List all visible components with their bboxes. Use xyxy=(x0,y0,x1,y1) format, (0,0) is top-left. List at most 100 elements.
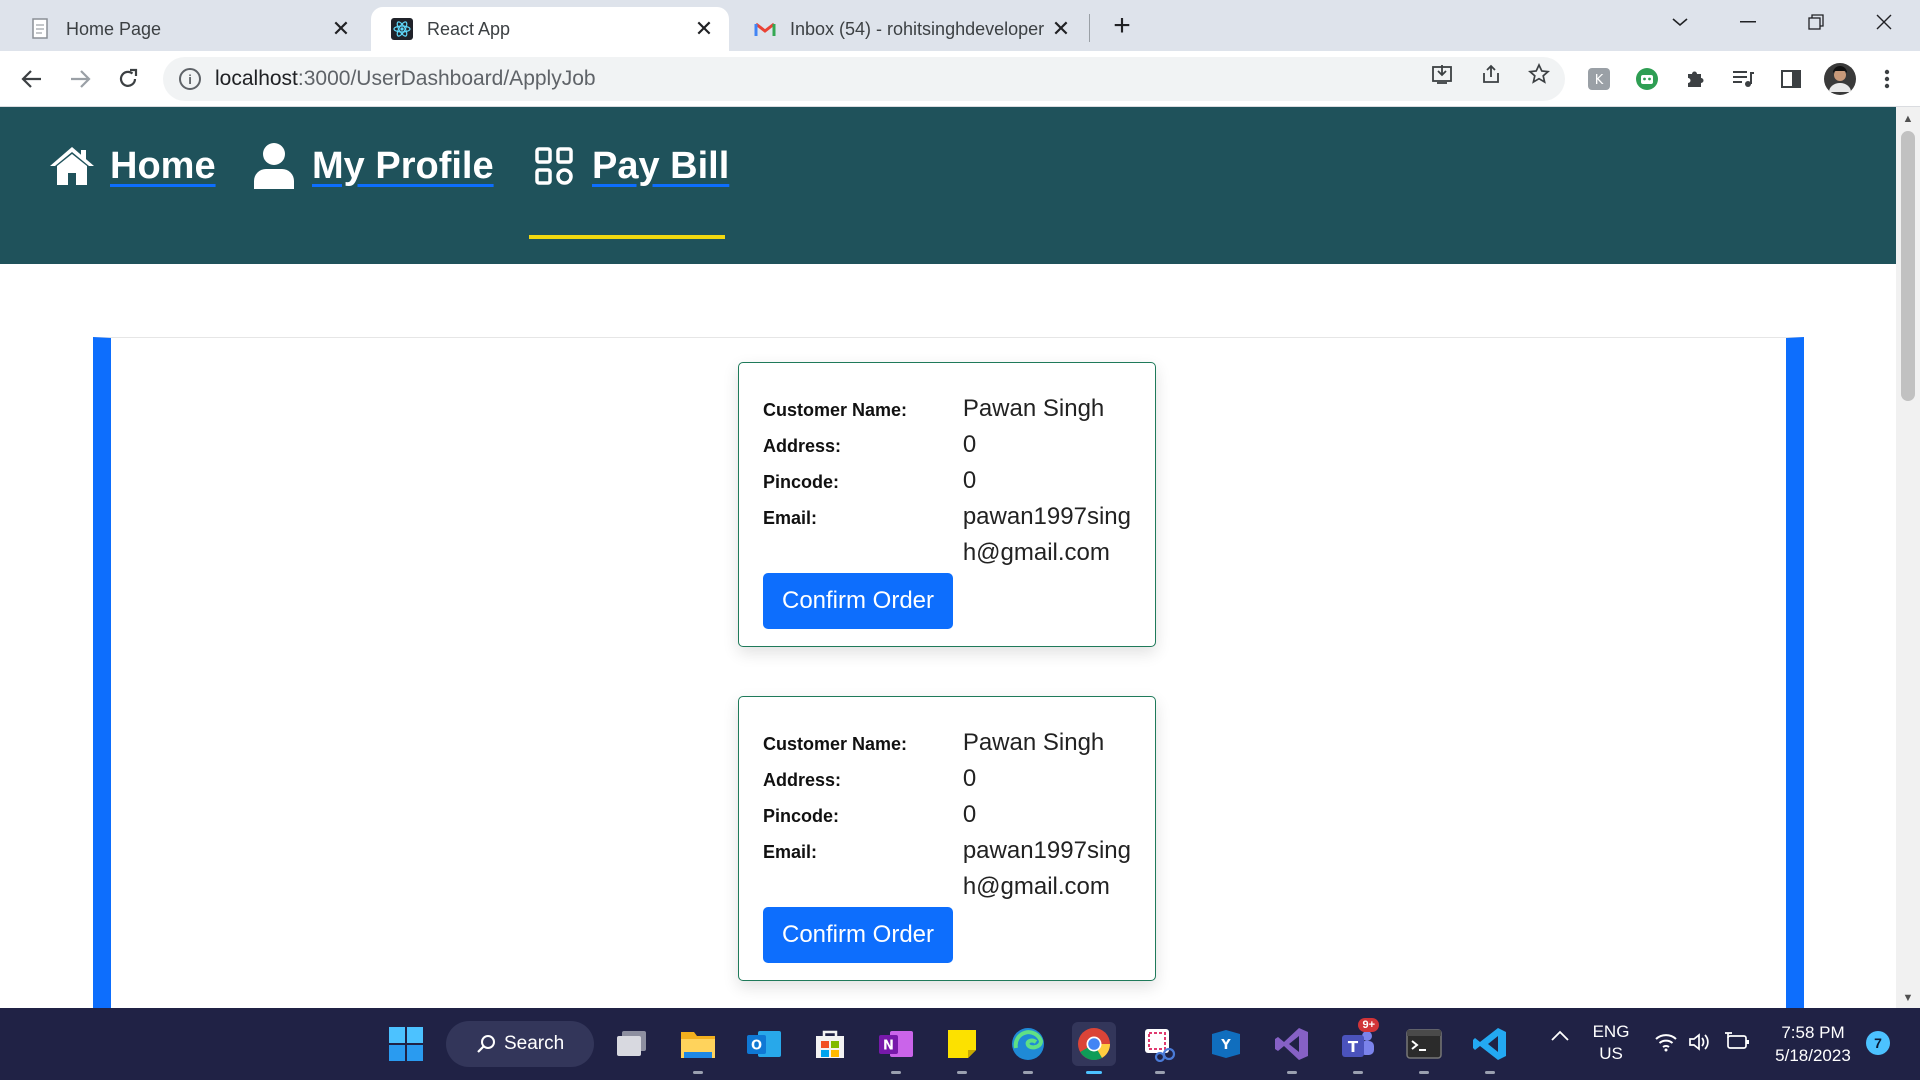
clock-date: 5/18/2023 xyxy=(1775,1046,1851,1065)
install-app-icon[interactable] xyxy=(1427,59,1457,89)
svg-text:Y: Y xyxy=(1220,1038,1231,1053)
tab-separator xyxy=(1089,14,1090,42)
app-navbar: Home My Profile Pay Bill xyxy=(0,107,1896,264)
address-value: 0 xyxy=(962,431,977,458)
restore-icon[interactable] xyxy=(1796,6,1836,38)
running-indicator xyxy=(693,1071,703,1074)
pincode-value: 0 xyxy=(962,467,977,494)
sticky-notes-icon[interactable] xyxy=(940,1022,984,1074)
email-value: pawan1997singh@gmail.com xyxy=(962,503,1131,566)
nav-link-my-profile[interactable]: My Profile xyxy=(250,142,494,190)
customer-name-row: Customer Name: Pawan Singh xyxy=(763,391,1131,427)
notification-count-badge[interactable]: 7 xyxy=(1866,1031,1890,1055)
scroll-down-arrow-icon[interactable]: ▼ xyxy=(1902,992,1914,1004)
forward-arrow-icon[interactable] xyxy=(62,61,98,97)
taskbar-search-box[interactable]: Search xyxy=(446,1021,594,1067)
clock[interactable]: 7:58 PM 5/18/2023 xyxy=(1766,1021,1860,1067)
address-row: Address: 0 xyxy=(763,761,1131,797)
pincode-row: Pincode: 0 xyxy=(763,463,1131,499)
home-icon xyxy=(48,142,96,190)
yammer-icon[interactable]: Y xyxy=(1204,1022,1248,1066)
scrollbar-thumb[interactable] xyxy=(1901,131,1915,401)
close-tab-icon[interactable]: ✕ xyxy=(328,16,354,42)
page-viewport: Home My Profile Pay Bill Customer Name: … xyxy=(0,107,1896,1008)
minimize-icon[interactable] xyxy=(1728,6,1768,38)
file-explorer-icon[interactable] xyxy=(676,1022,720,1074)
address-row: Address: 0 xyxy=(763,427,1131,463)
vs-code-icon[interactable] xyxy=(1468,1022,1512,1074)
volume-icon[interactable] xyxy=(1688,1032,1712,1057)
browser-tab-strip: Home Page ✕ React App ✕ Inbox (54) - roh… xyxy=(0,0,1920,51)
media-playlist-icon[interactable] xyxy=(1729,65,1757,93)
user-icon xyxy=(250,142,298,190)
back-arrow-icon[interactable] xyxy=(14,61,50,97)
visual-studio-icon[interactable] xyxy=(1270,1022,1314,1074)
address-value: 0 xyxy=(962,765,977,792)
profile-avatar[interactable] xyxy=(1823,62,1857,96)
pincode-label: Pincode: xyxy=(763,806,840,826)
customer-name-label: Customer Name: xyxy=(763,734,908,754)
terminal-icon[interactable] xyxy=(1402,1022,1446,1074)
page-scrollbar[interactable]: ▲ ▼ xyxy=(1896,107,1920,1008)
nav-link-label: My Profile xyxy=(312,144,494,187)
running-indicator xyxy=(891,1071,901,1074)
search-label: Search xyxy=(504,1033,565,1054)
new-tab-button[interactable]: + xyxy=(1105,10,1139,44)
confirm-order-button[interactable]: Confirm Order xyxy=(763,573,953,629)
reload-icon[interactable] xyxy=(110,61,146,97)
bookmark-star-icon[interactable] xyxy=(1524,59,1554,89)
running-indicator xyxy=(1419,1071,1429,1074)
task-view-icon[interactable] xyxy=(610,1022,654,1066)
extension-robot-icon[interactable] xyxy=(1633,65,1661,93)
tab-title: Inbox (54) - rohitsinghdeveloper xyxy=(790,18,1045,39)
address-bar[interactable]: i localhost:3000/UserDashboard/ApplyJob xyxy=(163,57,1565,101)
language-indicator[interactable]: ENG US xyxy=(1586,1021,1636,1065)
close-window-icon[interactable] xyxy=(1864,6,1904,38)
running-indicator xyxy=(957,1071,967,1074)
confirm-order-button[interactable]: Confirm Order xyxy=(763,907,953,963)
running-indicator xyxy=(1023,1071,1033,1074)
running-indicator xyxy=(1287,1071,1297,1074)
email-row: Email: pawan1997singh@gmail.com xyxy=(763,833,1131,905)
running-indicator xyxy=(1353,1071,1363,1074)
battery-charging-icon[interactable] xyxy=(1724,1032,1750,1057)
tab-gmail-inbox[interactable]: Inbox (54) - rohitsinghdeveloper ✕ xyxy=(734,7,1086,51)
outlook-icon[interactable]: O xyxy=(742,1022,786,1066)
chrome-icon[interactable] xyxy=(1072,1022,1116,1074)
email-label: Email: xyxy=(763,842,818,862)
order-card: Customer Name: Pawan Singh Address: 0 Pi… xyxy=(738,362,1156,647)
nav-link-label: Pay Bill xyxy=(592,144,730,187)
windows-taskbar: Search O N Y T 9+ ENG US 7:58 PM 5/18/20… xyxy=(0,1008,1920,1080)
show-hidden-icons-chevron-icon[interactable] xyxy=(1546,1028,1574,1056)
chrome-menu-icon[interactable] xyxy=(1873,65,1901,93)
tab-title: Home Page xyxy=(66,18,162,39)
address-label: Address: xyxy=(763,770,842,790)
wifi-icon[interactable] xyxy=(1654,1032,1678,1057)
edge-icon[interactable] xyxy=(1006,1022,1050,1074)
extension-k-icon[interactable]: K xyxy=(1585,65,1613,93)
teams-icon[interactable]: T 9+ xyxy=(1336,1018,1380,1074)
tab-search-chevron-icon[interactable] xyxy=(1660,6,1700,38)
email-value: pawan1997singh@gmail.com xyxy=(962,837,1131,900)
clock-time: 7:58 PM xyxy=(1781,1023,1845,1042)
browser-toolbar: i localhost:3000/UserDashboard/ApplyJob … xyxy=(0,51,1920,107)
close-tab-icon[interactable]: ✕ xyxy=(691,16,717,42)
snipping-tool-icon[interactable] xyxy=(1138,1022,1182,1074)
onenote-icon[interactable]: N xyxy=(874,1022,918,1074)
customer-name-label: Customer Name: xyxy=(763,400,908,420)
scroll-up-arrow-icon[interactable]: ▲ xyxy=(1902,113,1914,125)
pincode-value: 0 xyxy=(962,801,977,828)
tab-react-app[interactable]: React App ✕ xyxy=(371,7,729,51)
tab-home-page[interactable]: Home Page ✕ xyxy=(10,7,366,51)
extensions-puzzle-icon[interactable] xyxy=(1681,65,1709,93)
microsoft-store-icon[interactable] xyxy=(808,1022,852,1066)
close-tab-icon[interactable]: ✕ xyxy=(1048,16,1074,42)
windows-start-icon[interactable] xyxy=(384,1022,428,1066)
side-panel-icon[interactable] xyxy=(1777,65,1805,93)
share-icon[interactable] xyxy=(1476,59,1506,89)
nav-link-pay-bill[interactable]: Pay Bill xyxy=(530,142,729,190)
active-indicator xyxy=(1086,1071,1102,1074)
grid-icon xyxy=(530,142,578,190)
nav-link-home[interactable]: Home xyxy=(48,142,216,190)
site-info-icon[interactable]: i xyxy=(179,68,201,90)
